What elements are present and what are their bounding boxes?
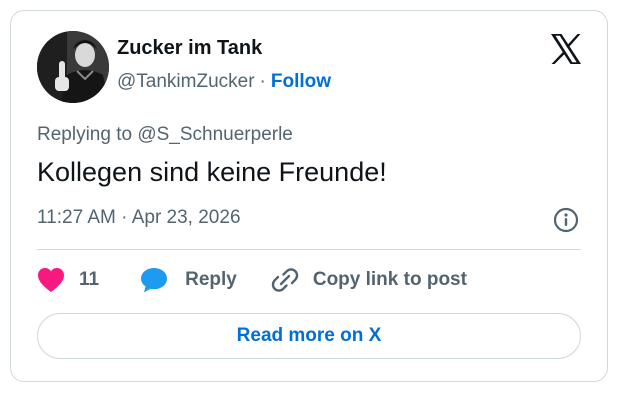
avatar[interactable] [37,31,109,103]
tweet-embed-card: Zucker im Tank @TankimZucker · Follow Repl… [10,10,608,382]
author-handle[interactable]: @TankimZucker [117,71,255,92]
follow-button[interactable]: Follow [271,71,331,92]
copy-link-button[interactable]: Copy link to post [271,266,467,294]
copy-link-label: Copy link to post [312,269,467,290]
author-meta-row: @TankimZucker · Follow [117,71,331,93]
reply-label: Reply [185,269,237,290]
heart-icon [37,267,65,293]
read-more-button[interactable]: Read more on X [37,313,581,359]
reply-button[interactable]: Reply [139,266,237,294]
info-icon[interactable] [553,207,579,233]
tweet-text: Kollegen sind keine Freunde! [37,157,387,187]
x-logo-icon[interactable] [549,33,583,65]
action-bar: 11 Reply Copy link to post [37,265,467,295]
author-display-name[interactable]: Zucker im Tank [117,37,262,60]
like-button[interactable]: 11 [37,267,99,293]
like-count: 11 [79,269,100,290]
link-icon [271,266,299,294]
speech-bubble-icon [139,266,169,294]
separator-dot: · [259,71,266,92]
divider [37,249,581,250]
tweet-timestamp[interactable]: 11:27 AM · Apr 23, 2026 [37,207,241,229]
avatar-image [37,31,109,103]
replying-to[interactable]: Replying to @S_Schnuerperle [37,124,293,146]
